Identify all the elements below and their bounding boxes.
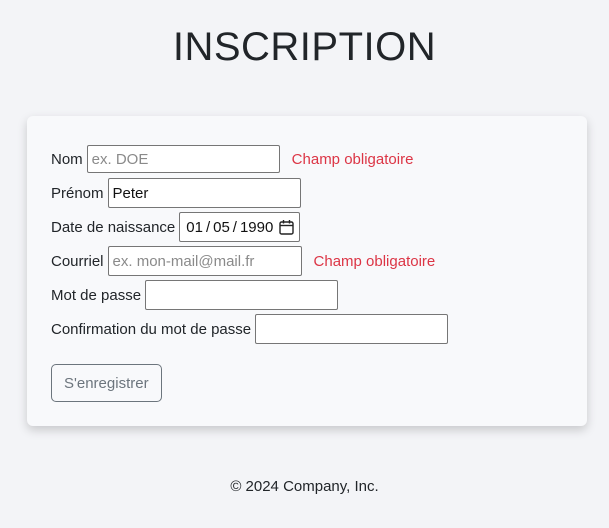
courriel-error-message: Champ obligatoire: [313, 252, 436, 270]
register-button[interactable]: S'enregistrer: [51, 364, 162, 402]
confirmation-row: Confirmation du mot de passe: [51, 314, 449, 344]
date-year[interactable]: 1990: [240, 219, 273, 236]
nom-row: Nom Champ obligatoire: [51, 144, 413, 174]
mot-de-passe-row: Mot de passe: [51, 280, 339, 310]
courriel-label: Courriel: [51, 252, 104, 270]
date-naissance-row: Date de naissance 01 / 05 / 1990: [51, 212, 301, 242]
date-day[interactable]: 01: [186, 219, 203, 236]
prenom-row: Prénom: [51, 178, 301, 208]
mot-de-passe-label: Mot de passe: [51, 286, 142, 304]
mot-de-passe-input[interactable]: [145, 280, 339, 310]
confirmation-label: Confirmation du mot de passe: [51, 320, 252, 338]
registration-form: Nom Champ obligatoire Prénom Date de nai…: [27, 116, 587, 426]
date-separator: /: [205, 218, 211, 236]
confirmation-input[interactable]: [255, 314, 449, 344]
prenom-label: Prénom: [51, 184, 104, 202]
nom-label: Nom: [51, 150, 83, 168]
prenom-input[interactable]: [107, 178, 301, 208]
courriel-input[interactable]: [107, 246, 302, 276]
footer-copyright: © 2024 Company, Inc.: [230, 478, 379, 495]
nom-input[interactable]: [86, 145, 280, 173]
nom-error-message: Champ obligatoire: [291, 150, 414, 168]
date-naissance-input[interactable]: 01 / 05 / 1990: [179, 212, 301, 242]
calendar-icon[interactable]: [279, 219, 295, 235]
date-separator: /: [232, 218, 237, 236]
date-month[interactable]: 05: [213, 219, 230, 236]
date-naissance-label: Date de naissance: [51, 218, 176, 236]
courriel-row: Courriel Champ obligatoire: [51, 246, 435, 276]
page-title: INSCRIPTION: [172, 25, 437, 69]
